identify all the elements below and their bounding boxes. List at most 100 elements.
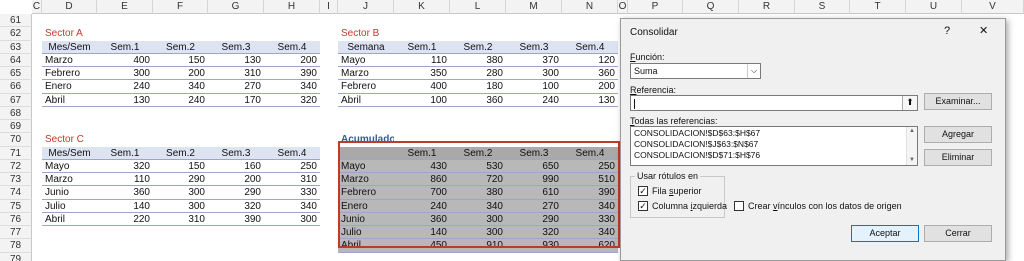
table-cell[interactable]: 150 [153,160,208,173]
table-header[interactable]: Mes/Sem [42,146,97,160]
row-header[interactable]: 70 [0,133,32,147]
help-button[interactable]: ? [944,25,950,37]
table-cell[interactable]: 240 [97,80,153,94]
cerrar-button[interactable]: Cerrar [924,225,992,242]
reference-item[interactable]: CONSOLIDACION!$D$63:$H$67 [634,128,914,139]
table-header[interactable]: Sem.1 [97,40,153,54]
row-header[interactable]: 77 [0,226,32,240]
table-cell[interactable]: Mayo [338,54,394,67]
table-header[interactable]: Sem.3 [208,146,264,160]
row-header[interactable]: 69 [0,120,32,134]
table-cell[interactable]: 160 [208,160,264,173]
spreadsheet[interactable]: CDEFGHIJKLMNOPQRSTUV 61 62 63 64 65 66 67 68 69 7… [0,0,1024,261]
table-cell[interactable]: 320 [208,200,264,213]
table-cell[interactable]: 130 [97,94,153,107]
table-cell[interactable]: Abril [42,94,97,107]
table-cell[interactable]: 360 [450,94,506,107]
table-cell[interactable]: 200 [264,54,320,67]
table-cell[interactable]: 360 [97,186,153,200]
sectorC-title[interactable]: Sector C [42,133,97,146]
table-cell[interactable]: 400 [394,80,450,94]
row-header[interactable]: 64 [0,53,32,67]
table-cell[interactable]: 340 [264,200,320,213]
table-cell[interactable]: 150 [153,54,208,67]
table-cell[interactable]: Julio [42,200,97,213]
column-header[interactable]: O [618,0,628,14]
table-cell[interactable]: Febrero [42,67,97,81]
crear-vinculos-checkbox[interactable] [734,201,744,211]
table-cell[interactable]: 320 [97,160,153,173]
table-cell[interactable]: 180 [450,80,506,94]
column-header[interactable]: E [97,0,153,14]
table-cell[interactable]: 300 [97,67,153,81]
table-cell[interactable]: 240 [506,94,562,107]
table-cell[interactable]: 250 [264,160,320,173]
table-cell[interactable]: 110 [97,173,153,187]
table-header[interactable]: Sem.2 [153,40,208,54]
table-cell[interactable]: 390 [208,213,264,226]
chevron-down-icon[interactable]: ⌵ [747,64,760,78]
table-cell[interactable]: 110 [394,54,450,67]
table-header[interactable]: Sem.1 [97,146,153,160]
row-header[interactable]: 66 [0,80,32,94]
scroll-up-icon[interactable]: ▲ [907,127,917,136]
row-header[interactable]: 65 [0,67,32,81]
row-header[interactable]: 78 [0,239,32,253]
table-cell[interactable]: 340 [264,80,320,94]
table-cell[interactable]: 300 [506,67,562,81]
funcion-select[interactable]: Suma [630,63,761,79]
table-cell[interactable]: 350 [394,67,450,81]
references-list[interactable]: CONSOLIDACION!$D$63:$H$67 CONSOLIDACION!$… [630,126,918,166]
row-header[interactable]: 72 [0,159,32,173]
close-icon[interactable]: ✕ [979,24,988,37]
table-cell[interactable]: Mayo [42,160,97,173]
table-cell[interactable]: Febrero [338,80,394,94]
table-cell[interactable]: 380 [450,54,506,67]
column-header[interactable]: J [338,0,394,14]
sectorA-title[interactable]: Sector A [42,27,97,40]
table-cell[interactable]: 120 [562,54,618,67]
table-cell[interactable]: 200 [562,80,618,94]
column-header[interactable]: P [628,0,683,14]
row-header[interactable]: 74 [0,186,32,200]
row-header[interactable]: 76 [0,212,32,226]
column-header[interactable]: I [320,0,338,14]
table-cell[interactable]: 330 [264,186,320,200]
table-cell[interactable]: 100 [394,94,450,107]
table-cell[interactable]: 390 [264,67,320,81]
agregar-button[interactable]: Agregar [924,126,992,143]
row-header[interactable]: 62 [0,27,32,41]
column-header[interactable]: M [506,0,562,14]
table-cell[interactable]: 170 [208,94,264,107]
column-header[interactable]: C [32,0,42,14]
table-cell[interactable]: Marzo [42,54,97,67]
table-cell[interactable]: 240 [153,94,208,107]
table-cell[interactable]: 270 [208,80,264,94]
table-cell[interactable]: 300 [264,213,320,226]
column-header[interactable]: S [795,0,850,14]
reference-item[interactable]: CONSOLIDACION!$D$71:$H$76 [634,150,914,161]
row-header[interactable]: 73 [0,173,32,187]
table-header[interactable]: Mes/Sem [42,40,97,54]
table-header[interactable]: Sem.2 [450,40,506,54]
table-header[interactable]: Sem.3 [208,40,264,54]
sectorB-title[interactable]: Sector B [338,27,394,40]
row-header[interactable]: 79 [0,252,32,261]
row-header[interactable]: 67 [0,93,32,107]
table-cell[interactable]: 400 [97,54,153,67]
column-header[interactable]: T [850,0,906,14]
table-cell[interactable]: 100 [506,80,562,94]
column-header[interactable]: V [962,0,1024,14]
table-cell[interactable]: 300 [153,200,208,213]
column-header[interactable]: N [562,0,618,14]
column-header[interactable]: K [394,0,450,14]
table-cell[interactable]: Abril [338,94,394,107]
table-cell[interactable]: 280 [450,67,506,81]
table-cell[interactable]: 200 [208,173,264,187]
table-cell[interactable]: Abril [42,213,97,226]
scroll-down-icon[interactable]: ▼ [907,156,917,165]
column-header[interactable]: R [739,0,795,14]
reference-item[interactable]: CONSOLIDACION!$J$63:$N$67 [634,139,914,150]
referencia-input[interactable] [630,95,918,111]
table-header[interactable]: Sem.2 [153,146,208,160]
